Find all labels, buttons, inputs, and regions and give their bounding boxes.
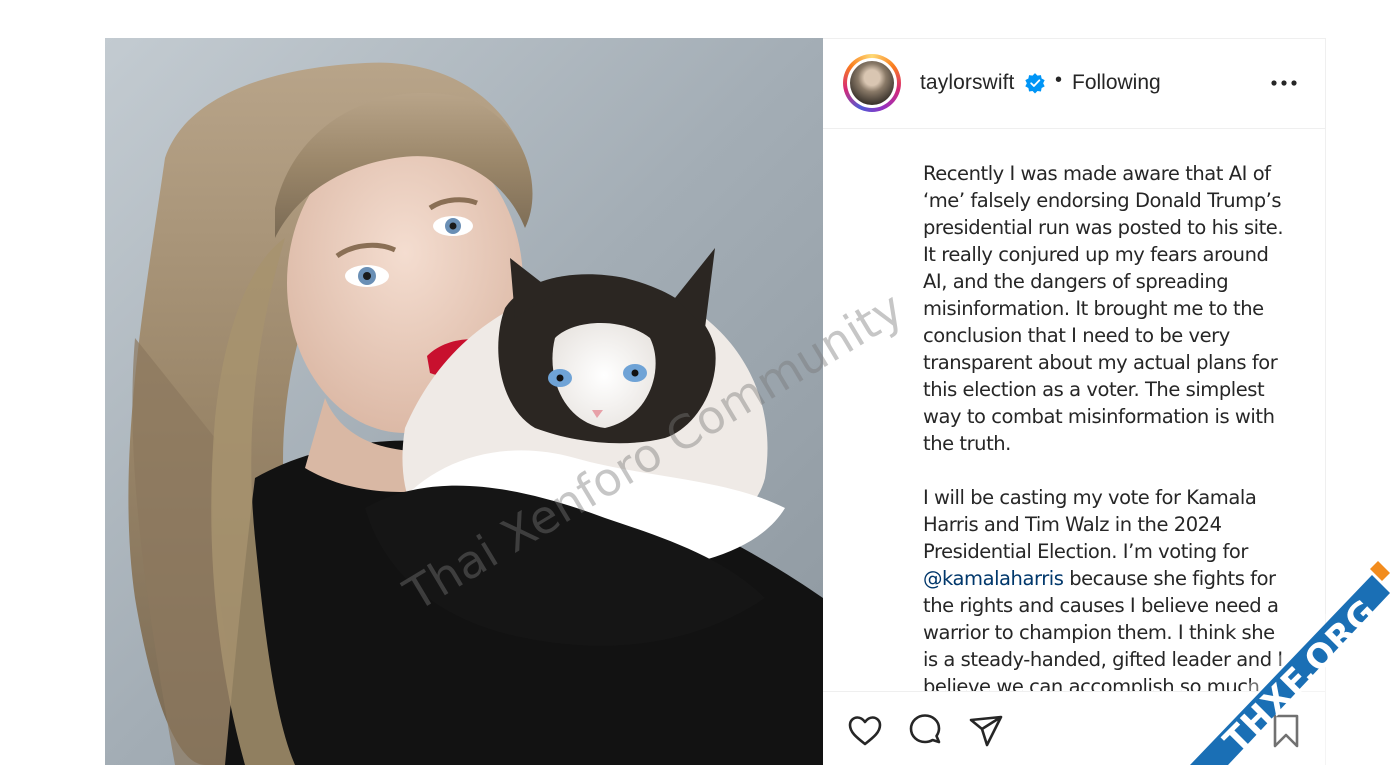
heart-icon[interactable] — [846, 712, 884, 750]
verified-badge-icon — [1025, 73, 1045, 94]
profile-avatar-story-ring[interactable] — [843, 54, 901, 112]
caption-scroll-area[interactable]: Recently I was made aware that AI of ‘me… — [823, 129, 1325, 691]
post-header: taylorswift • Following — [823, 39, 1325, 129]
username-link[interactable]: taylorswift — [920, 71, 1014, 95]
separator-dot: • — [1055, 69, 1063, 91]
paper-plane-icon[interactable] — [967, 712, 1005, 750]
following-button[interactable]: Following — [1072, 71, 1161, 95]
caption-paragraph: I will be casting my vote for Kamala Har… — [923, 484, 1293, 691]
caption-paragraph: Recently I was made aware that AI of ‘me… — [923, 162, 1284, 455]
avatar-image — [850, 61, 894, 105]
instagram-post-page: taylorswift • Following Recently I was m… — [0, 0, 1390, 765]
comment-icon[interactable] — [906, 712, 944, 750]
mention-link[interactable]: @kamalaharris — [923, 567, 1064, 590]
caption-text-segment: I will be casting my vote for Kamala Har… — [923, 486, 1257, 563]
avatar[interactable] — [847, 58, 897, 108]
post-actions-bar — [823, 691, 1325, 765]
bookmark-icon[interactable] — [1267, 712, 1305, 750]
post-photo[interactable] — [105, 38, 823, 765]
post-caption: Recently I was made aware that AI of ‘me… — [923, 160, 1293, 691]
post-details-panel: taylorswift • Following Recently I was m… — [823, 38, 1326, 765]
more-options-icon[interactable] — [1269, 73, 1299, 93]
